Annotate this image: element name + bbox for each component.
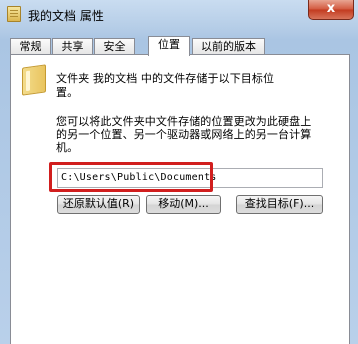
folder-icon (22, 64, 46, 96)
tab-sharing[interactable]: 共享 (52, 38, 93, 55)
title-bar[interactable]: 我的文档 属性 x (0, 0, 358, 30)
close-button[interactable]: x (308, 0, 354, 20)
tab-general[interactable]: 常规 (10, 38, 51, 55)
window-title: 我的文档 属性 (28, 9, 104, 23)
tab-security[interactable]: 安全 (94, 38, 135, 55)
tab-previous-versions[interactable]: 以前的版本 (192, 38, 265, 55)
description-text-continued: 置。 (56, 86, 79, 99)
description-text: 文件夹 我的文档 中的文件存储于以下目标位 (56, 72, 275, 85)
info-text-line2: 的另一个位置、另一个驱动器或网络上的另一台计算 (56, 128, 312, 141)
find-target-button[interactable]: 查找目标(F)... (236, 195, 323, 214)
restore-default-button[interactable]: 还原默认值(R) (57, 195, 140, 214)
annotation-highlight-box (49, 162, 213, 192)
move-button[interactable]: 移动(M)... (146, 195, 221, 214)
tab-bar: 常规 共享 安全 位置 以前的版本 (10, 36, 350, 56)
tab-location[interactable]: 位置 (148, 36, 190, 56)
properties-window: 我的文档 属性 x 常规 共享 安全 位置 以前的版本 文件夹 我的文档 中的文… (0, 0, 358, 344)
info-text-line3: 机。 (56, 141, 79, 154)
document-icon (7, 6, 21, 22)
